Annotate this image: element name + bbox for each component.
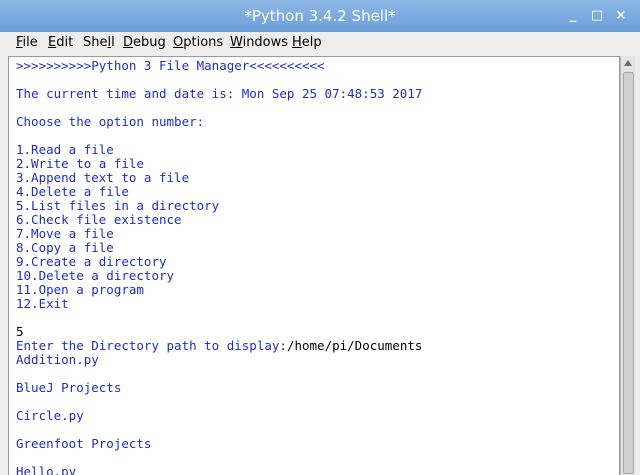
program-output-text: Hello.py [16,464,77,475]
shell-line: 11.Open a program [16,283,615,297]
shell-line: 7.Move a file [16,227,615,241]
shell-line: 5.List files in a directory [16,199,615,213]
menu-edit[interactable]: Edit [48,35,73,50]
menu-file[interactable]: File [16,35,38,50]
program-output-text: BlueJ Projects [16,380,122,395]
program-output-text: 9.Create a directory [16,254,167,269]
program-output-text: 6.Check file existence [16,212,182,227]
program-output-text: 5.List files in a directory [16,198,220,213]
shell-line: The current time and date is: Mon Sep 25… [16,87,615,101]
python-shell-window: *Python 3.4.2 Shell* _ □ × File Edit She… [0,0,640,475]
close-button[interactable]: × [612,6,630,26]
scrollbar-thumb[interactable] [623,72,634,474]
scroll-up-arrow-icon[interactable] [624,60,632,66]
shell-line: 4.Delete a file [16,185,615,199]
shell-line: 6.Check file existence [16,213,615,227]
program-output-text: 11.Open a program [16,282,144,297]
program-output-text: The current time and date is: Mon Sep 25… [16,86,423,101]
program-output-text: 3.Append text to a file [16,170,190,185]
shell-line: 1.Read a file [16,143,615,157]
program-output-text: 4.Delete a file [16,184,129,199]
program-output-text: Choose the option number: [16,114,205,129]
shell-line: 2.Write to a file [16,157,615,171]
program-output-text: 12.Exit [16,296,69,311]
shell-line: Choose the option number: [16,115,615,129]
menu-windows[interactable]: Windows [230,35,288,50]
program-output-text: Addition.py [16,352,99,367]
program-output-text: 2.Write to a file [16,156,144,171]
shell-line: 12.Exit [16,297,615,311]
shell-line: 3.Append text to a file [16,171,615,185]
shell-line: Circle.py [16,409,615,423]
shell-line: 10.Delete a directory [16,269,615,283]
program-output-text: 10.Delete a directory [16,268,175,283]
menu-help[interactable]: Help [292,35,322,50]
maximize-button[interactable]: □ [588,6,606,26]
shell-line: Enter the Directory path to display:/hom… [16,339,615,353]
user-input-text: 5 [16,324,24,339]
shell-line: Greenfoot Projects [16,437,615,451]
program-output-text: >>>>>>>>>>Python 3 File Manager<<<<<<<<<… [16,58,325,73]
window-title: *Python 3.4.2 Shell* [244,7,396,25]
program-output-text: 1.Read a file [16,142,114,157]
shell-text-area[interactable]: >>>>>>>>>>Python 3 File Manager<<<<<<<<<… [8,56,620,475]
shell-output: >>>>>>>>>>Python 3 File Manager<<<<<<<<<… [16,59,615,475]
title-bar[interactable]: *Python 3.4.2 Shell* _ □ × [0,0,640,32]
menu-options[interactable]: Options [173,35,223,50]
program-output-text: Enter the Directory path to display: [16,338,287,353]
minimize-button[interactable]: _ [564,6,582,26]
shell-line: 5 [16,325,615,339]
menu-debug[interactable]: Debug [123,35,166,50]
shell-line: 8.Copy a file [16,241,615,255]
shell-line: 9.Create a directory [16,255,615,269]
program-output-text: Circle.py [16,408,84,423]
program-output-text: Greenfoot Projects [16,436,152,451]
shell-line: >>>>>>>>>>Python 3 File Manager<<<<<<<<<… [16,59,615,73]
shell-line: BlueJ Projects [16,381,615,395]
program-output-text: 8.Copy a file [16,240,114,255]
program-output-text: 7.Move a file [16,226,114,241]
shell-line: Addition.py [16,353,615,367]
menu-bar: File Edit Shell Debug Options Windows He… [0,32,640,54]
menu-shell[interactable]: Shell [83,35,115,50]
vertical-scrollbar[interactable] [620,56,635,475]
user-input-text: /home/pi/Documents [286,338,423,353]
shell-line: Hello.py [16,465,615,475]
